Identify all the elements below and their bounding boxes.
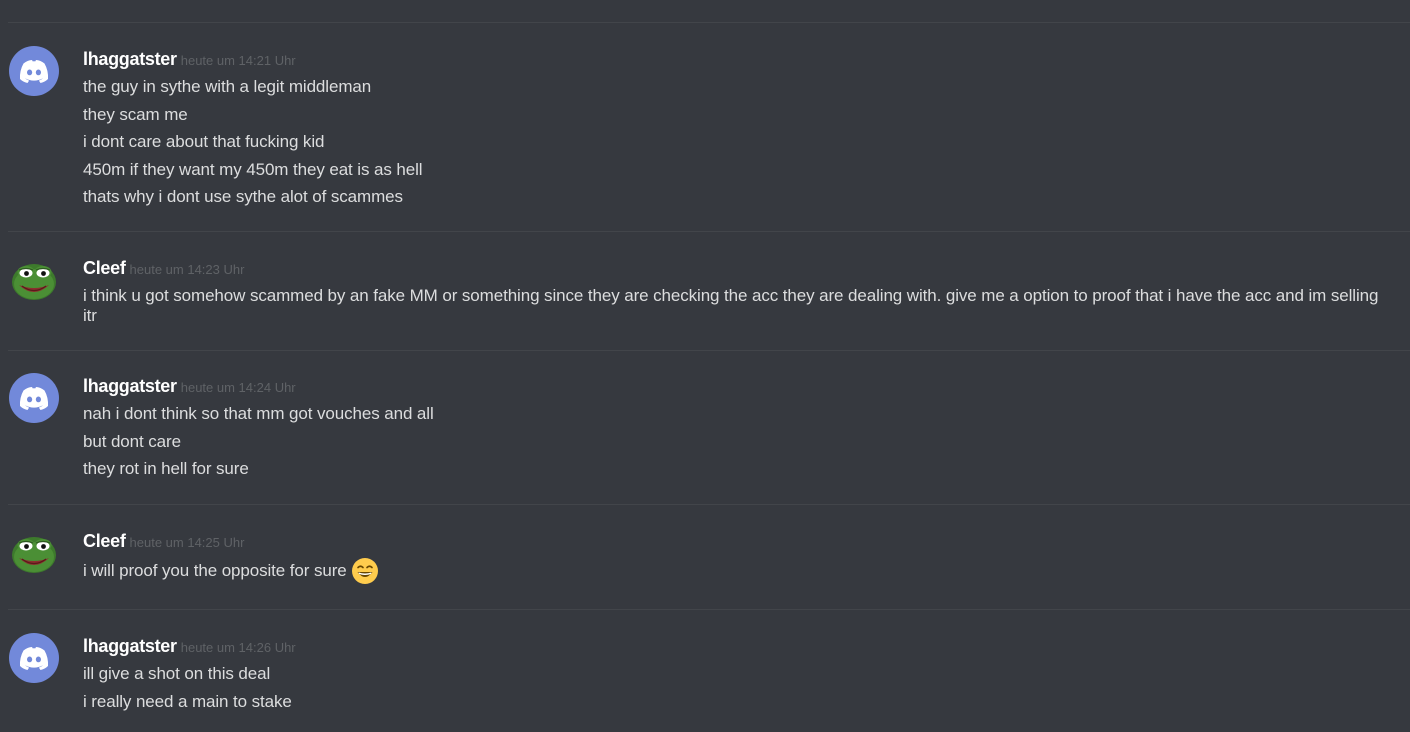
message-line: they rot in hell for sure [83, 459, 249, 478]
message-content: i think u got somehow scammed by an fake… [83, 286, 1386, 326]
message-line: the guy in sythe with a legit middleman [83, 77, 372, 96]
discord-logo-icon[interactable] [9, 373, 59, 423]
username[interactable]: lhaggatster [83, 49, 177, 69]
message-line: they scam me [83, 104, 188, 124]
message-header: lhaggatster heute um 14:21 Uhr [83, 48, 296, 72]
discord-logo-icon[interactable] [9, 46, 59, 96]
message-content: the guy in sythe with a legit middleman … [83, 73, 1386, 211]
pepe-frog-icon[interactable] [9, 528, 59, 578]
message-divider [8, 231, 1410, 232]
timestamp: heute um 14:25 Uhr [129, 535, 245, 550]
grinning-face-icon[interactable] [351, 557, 379, 585]
timestamp: heute um 14:21 Uhr [180, 53, 296, 68]
message-line: i think u got somehow scammed by an fake… [83, 286, 1379, 325]
pepe-frog-icon[interactable] [9, 255, 59, 305]
timestamp: heute um 14:23 Uhr [129, 262, 245, 277]
chat-message-list: lhaggatster heute um 14:21 Uhr the guy in… [0, 0, 1410, 732]
message-line: i dont care about that fucking kid [83, 132, 325, 151]
username[interactable]: Cleef [83, 531, 126, 551]
message-line: i will proof you the opposite for sure [83, 557, 1386, 585]
message-header: Cleef heute um 14:25 Uhr [83, 530, 244, 554]
discord-logo-icon[interactable] [9, 633, 59, 683]
message-divider [8, 350, 1410, 351]
message-header: Cleef heute um 14:23 Uhr [83, 257, 244, 281]
message-header: lhaggatster heute um 14:26 Uhr [83, 635, 296, 659]
message-line: 450m if they want my 450m they eat is as… [83, 159, 423, 179]
message-line: but dont care [83, 431, 181, 451]
message-content: nah i dont think so that mm got vouches … [83, 400, 1386, 483]
message-line: i really need a main to stake [83, 691, 292, 711]
message-content: i will proof you the opposite for sure [83, 557, 1386, 585]
message-header: lhaggatster heute um 14:24 Uhr [83, 375, 296, 399]
message-divider [8, 504, 1410, 505]
message-divider [8, 609, 1410, 610]
username[interactable]: Cleef [83, 258, 126, 278]
message-line: ill give a shot on this deal [83, 664, 271, 683]
timestamp: heute um 14:24 Uhr [180, 380, 296, 395]
username[interactable]: lhaggatster [83, 636, 177, 656]
message-divider [8, 22, 1410, 23]
message-content: ill give a shot on this deal i really ne… [83, 660, 1386, 715]
timestamp: heute um 14:26 Uhr [180, 640, 296, 655]
message-line: thats why i dont use sythe alot of scamm… [83, 187, 403, 206]
message-line: nah i dont think so that mm got vouches … [83, 404, 434, 423]
message-text: i will proof you the opposite for sure [83, 561, 347, 580]
username[interactable]: lhaggatster [83, 376, 177, 396]
